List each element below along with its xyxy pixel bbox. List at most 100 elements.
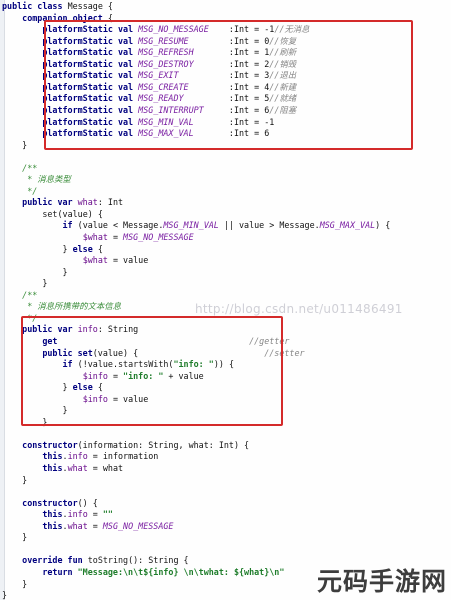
code-token-text: } [2,532,28,543]
code-token-comment: //刷新 [269,47,297,58]
code-line[interactable]: } [2,475,27,486]
code-line[interactable]: /** [2,163,37,174]
code-line[interactable]: public var info: String [2,324,138,335]
code-line[interactable]: this.what = what [2,463,123,474]
code-line[interactable]: } [2,532,27,543]
code-token-const: MSG_CREATE [138,81,189,92]
code-line[interactable]: } [2,278,47,289]
code-line[interactable]: platformStatic val MSG_RESUME :Int = 0//… [2,36,296,47]
code-token-kw: platformStatic val [42,116,139,127]
code-line[interactable]: $info = value [2,394,149,405]
code-line[interactable]: } else { [2,382,103,393]
code-token-kw: platformStatic val [42,24,139,35]
code-token-text: } [2,416,48,427]
code-token-text: } [2,278,48,289]
code-line[interactable]: return "Message:\n\t${info} \n\twhat: ${… [2,567,284,578]
code-line[interactable]: platformStatic val MSG_DESTROY :Int = 2/… [2,59,296,70]
code-line[interactable]: public class Message { [2,1,113,12]
code-token-kw: public set [42,347,93,358]
code-line[interactable]: set(value) { [2,209,103,220]
code-line[interactable]: if (!value.startsWith("info: ")) { [2,359,234,370]
code-line[interactable]: platformStatic val MSG_REFRESH :Int = 1/… [2,47,296,58]
code-line[interactable]: /** [2,290,37,301]
code-line[interactable]: this.info = "" [2,509,113,520]
code-token-comment: //无消息 [274,24,310,35]
code-line[interactable]: platformStatic val MSG_READY :Int = 5//就… [2,93,296,104]
code-token-text: } [2,382,73,393]
code-line[interactable]: } [2,140,27,151]
code-line[interactable]: } [2,590,7,601]
code-token-const: MSG_MAX_VAL [138,128,194,139]
code-line[interactable]: if (value < Message.MSG_MIN_VAL || value… [2,220,391,231]
code-line[interactable]: public var what: Int [2,197,123,208]
code-line[interactable]: constructor() { [2,498,98,509]
code-token-fn: startsWith [118,359,169,370]
code-token-comment: //getter [249,335,290,346]
code-token-text: } [2,243,73,254]
code-token-text: : String [97,324,139,335]
code-token-text: (information: String, what: Int) { [77,439,250,450]
code-line[interactable]: $what = value [2,255,149,266]
code-token-kw: platformStatic val [42,93,139,104]
code-token-field: info [67,451,88,462]
code-line[interactable]: $what = MSG_NO_MESSAGE [2,232,194,243]
code-line[interactable]: constructor(information: String, what: I… [2,440,249,451]
code-line[interactable]: * 消息所携带的文本信息 [2,301,121,312]
code-line[interactable]: this.info = information [2,451,158,462]
code-editor[interactable]: public class Message { companion object … [0,0,451,600]
code-line[interactable]: public set(value) { //setter [2,347,304,359]
code-token-comment: //新建 [269,81,297,92]
code-line[interactable]: platformStatic val MSG_MIN_VAL :Int = -1 [2,117,274,128]
code-token-kw: if [62,359,78,370]
code-token-field: what [67,463,88,473]
code-area[interactable]: public class Message { companion object … [0,0,451,600]
code-token-text: (!value. [77,359,118,370]
code-line[interactable]: $info = "info: " + value [2,371,204,382]
code-token-text: { [107,12,113,23]
code-token-text: = [87,520,103,531]
code-line[interactable]: companion object { [2,13,113,24]
code-line[interactable]: } [2,405,68,416]
code-token-kw: platformStatic val [42,47,139,58]
code-line[interactable]: platformStatic val MSG_INTERRUPT :Int = … [2,105,296,116]
code-token-comment: //恢复 [269,35,297,46]
code-line[interactable]: } else { [2,244,103,255]
code-token-text: { [97,382,103,393]
code-token-fn: toString [87,555,129,566]
code-line[interactable]: platformStatic val MSG_EXIT :Int = 3//退出 [2,70,296,81]
code-token-text: :Int = 4 [188,81,270,92]
code-token-kw: this [42,451,63,462]
code-line[interactable]: */ [2,186,37,197]
code-line[interactable]: platformStatic val MSG_MAX_VAL :Int = 6 [2,128,269,139]
code-token-text: + value [163,370,204,381]
code-token-text: } [2,139,28,150]
code-line[interactable]: */ [2,313,37,324]
code-token-text: || value > Message. [218,220,320,231]
code-token-kw: constructor [22,439,78,450]
code-token-doc: */ [27,185,38,196]
code-line[interactable]: override fun toString(): String { [2,555,188,566]
code-line[interactable]: this.what = MSG_NO_MESSAGE [2,521,173,532]
code-token-text: :Int = 3 [178,70,270,81]
code-token-text: = information [87,451,159,462]
code-line[interactable]: } [2,417,47,428]
code-line[interactable]: } [2,579,27,590]
code-line[interactable]: platformStatic val MSG_NO_MESSAGE :Int =… [2,24,310,35]
code-line[interactable]: platformStatic val MSG_CREATE :Int = 4//… [2,82,296,93]
code-line[interactable]: get //getter [2,336,289,347]
code-line[interactable]: * 消息类型 [2,174,71,185]
code-line[interactable]: } [2,267,68,278]
